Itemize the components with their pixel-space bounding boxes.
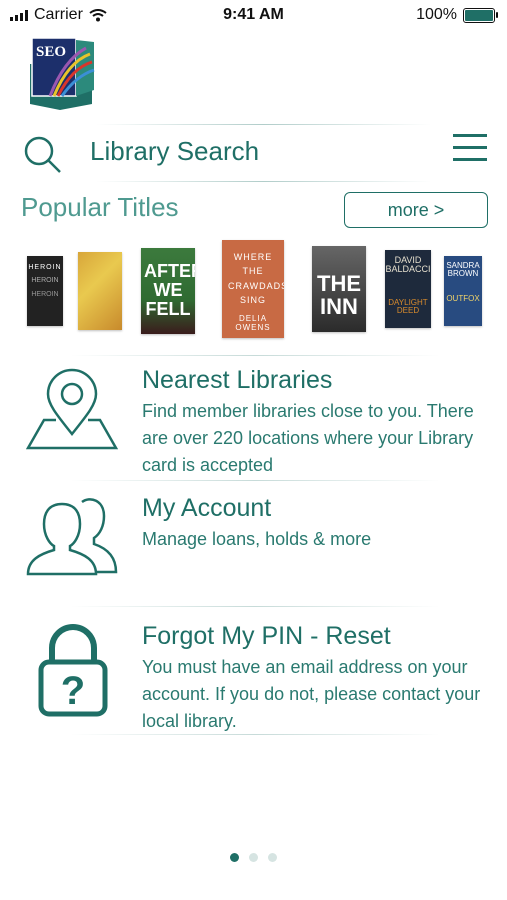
map-pin-icon (26, 368, 118, 450)
book-cover[interactable]: WHERE THE CRAWDADS SING DELIA OWENS (222, 240, 284, 338)
book-cover[interactable] (78, 252, 122, 330)
my-account-title: My Account (142, 494, 272, 522)
page-dot[interactable] (249, 853, 258, 862)
lock-question-icon: ? (38, 624, 108, 717)
forgot-pin-title: Forgot My PIN - Reset (142, 622, 391, 650)
forgot-pin-desc: You must have an email address on your a… (142, 657, 481, 731)
seo-logo: SEO (30, 37, 95, 110)
page-indicator[interactable] (0, 853, 507, 862)
nearest-libraries-title: Nearest Libraries (142, 366, 333, 394)
forgot-pin-item[interactable]: ? Forgot My PIN - Reset You must have an… (0, 618, 507, 736)
book-cover[interactable]: SANDRA BROWN OUTFOX (444, 256, 482, 326)
divider (70, 606, 440, 607)
popular-titles-heading: Popular Titles (21, 192, 179, 222)
search-bar (16, 120, 491, 182)
book-cover[interactable]: DAVID BALDACCI DAYLIGHT DEED (385, 250, 431, 328)
more-button[interactable]: more > (344, 192, 488, 228)
battery-icon (463, 7, 498, 23)
search-input[interactable] (90, 134, 420, 168)
book-cover[interactable]: HEROIN HEROIN HEROIN (27, 256, 63, 326)
status-bar: Carrier 9:41 AM 100% (0, 0, 507, 30)
divider (70, 734, 440, 735)
page-dot[interactable] (230, 853, 239, 862)
book-carousel[interactable]: HEROIN HEROIN HEROIN AFTER WE FELL WHERE… (0, 238, 507, 348)
svg-text:?: ? (61, 669, 85, 713)
my-account-item[interactable]: My Account Manage loans, holds & more (0, 490, 507, 600)
divider (70, 480, 440, 481)
page-dot[interactable] (268, 853, 277, 862)
my-account-desc: Manage loans, holds & more (142, 529, 372, 549)
nearest-libraries-item[interactable]: Nearest Libraries Find member libraries … (0, 362, 507, 480)
book-cover[interactable]: AFTER WE FELL (141, 248, 195, 334)
search-icon[interactable] (22, 134, 62, 174)
nearest-libraries-desc: Find member libraries close to you. Ther… (142, 401, 474, 475)
users-icon (26, 498, 118, 576)
book-cover[interactable]: THE INN (312, 246, 366, 332)
battery-percent: 100% (416, 6, 457, 23)
logo-text: SEO (36, 44, 66, 60)
hamburger-menu-icon[interactable] (453, 134, 487, 162)
divider (70, 355, 440, 356)
status-right: 100% (416, 6, 498, 24)
